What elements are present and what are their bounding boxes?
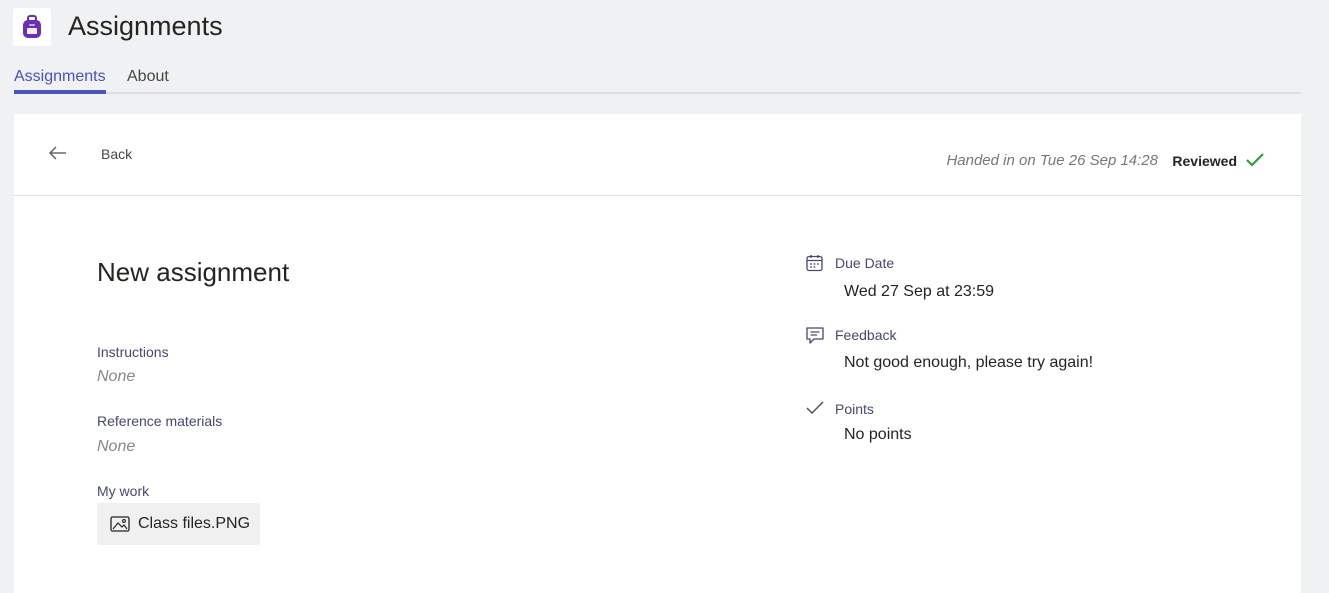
feedback-icon [806,327,824,344]
back-arrow-icon[interactable] [48,145,68,161]
assignment-card: Back Handed in on Tue 26 Sep 14:28 Revie… [14,114,1301,593]
back-button[interactable]: Back [101,146,132,162]
due-date-value: Wed 27 Sep at 23:59 [844,283,995,300]
points-value: No points [844,426,912,443]
tab-bar: Assignments About [14,68,1301,94]
image-icon [110,516,130,532]
assignment-toolbar: Back Handed in on Tue 26 Sep 14:28 Revie… [14,114,1301,196]
backpack-icon [13,8,51,46]
status-badge: Reviewed [1172,153,1237,169]
attachment-file[interactable]: Class files.PNG [97,503,260,545]
checkmark-icon [806,401,824,414]
tab-about[interactable]: About [127,68,169,94]
my-work-label: My work [97,483,150,499]
assignment-title: New assignment [97,257,290,287]
instructions-label: Instructions [97,344,169,360]
checkmark-icon [1246,153,1264,167]
instructions-value: None [97,368,136,385]
attachment-name: Class files.PNG [138,515,251,532]
app-header: Assignments Assignments About [0,0,1329,96]
due-date-label: Due Date [835,255,895,271]
feedback-label: Feedback [835,327,897,343]
calendar-icon [806,255,823,272]
feedback-value: Not good enough, please try again! [844,354,1094,371]
points-label: Points [835,401,874,417]
tab-assignments[interactable]: Assignments [14,68,106,94]
handed-in-status: Handed in on Tue 26 Sep 14:28 [946,152,1158,169]
reference-materials-value: None [97,438,136,455]
reference-materials-label: Reference materials [97,413,223,429]
app-title: Assignments [68,11,223,41]
